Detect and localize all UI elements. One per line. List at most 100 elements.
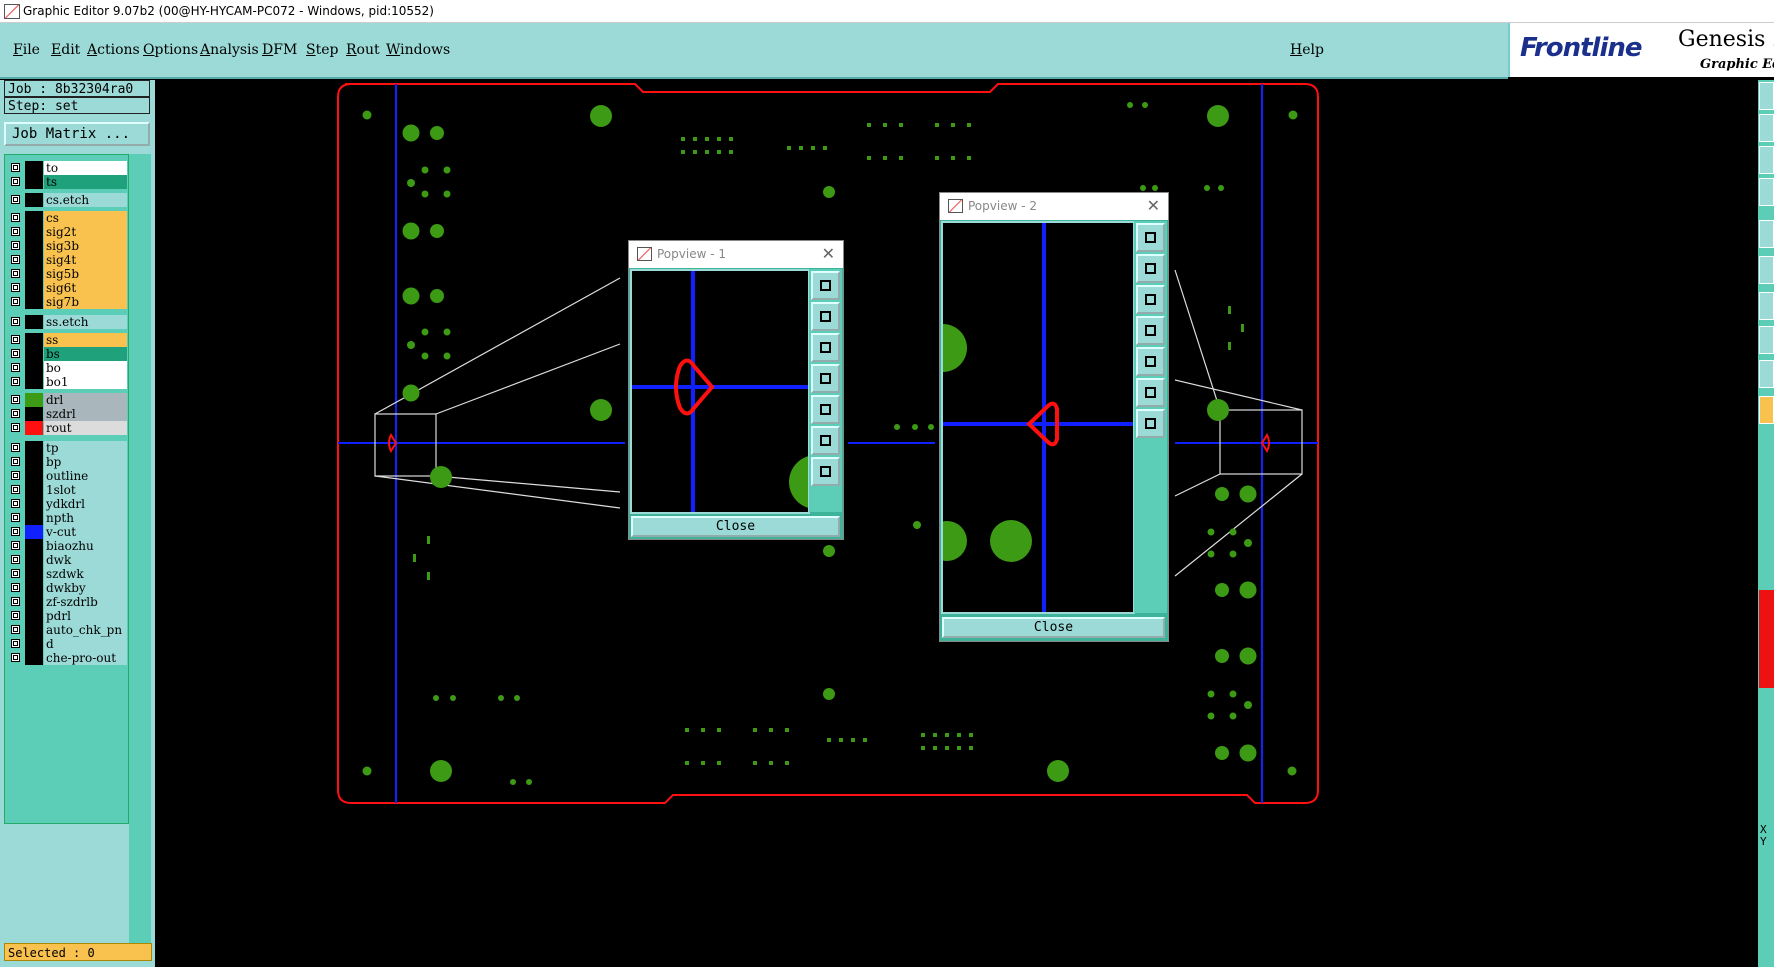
layer-row-auto_chk_pn[interactable]: auto_chk_pn: [5, 623, 128, 638]
layer-color-swatch[interactable]: [25, 455, 43, 469]
layer-color-swatch[interactable]: [25, 361, 43, 375]
layer-row-sig7b[interactable]: sig7b: [5, 295, 128, 310]
layer-row-bp[interactable]: bp: [5, 455, 128, 470]
layer-row-bs[interactable]: bs: [5, 347, 128, 362]
layer-row-dwk[interactable]: dwk: [5, 553, 128, 568]
menu-edit[interactable]: Edit: [51, 42, 80, 58]
layer-color-swatch[interactable]: [25, 253, 43, 267]
tool-button[interactable]: [1759, 146, 1774, 174]
layer-name[interactable]: dwk: [44, 553, 127, 567]
layer-row-dwkby[interactable]: dwkby: [5, 581, 128, 596]
layer-row-tp[interactable]: tp: [5, 441, 128, 456]
layer-checkbox[interactable]: [11, 423, 20, 432]
tool-button[interactable]: [1759, 256, 1774, 284]
layer-color-swatch[interactable]: [25, 193, 43, 207]
layer-color-swatch[interactable]: [25, 347, 43, 361]
zoom-fit-icon[interactable]: [1136, 223, 1165, 252]
layer-color-swatch[interactable]: [25, 375, 43, 389]
zoom-fit-icon[interactable]: [811, 271, 840, 300]
layer-row-bo[interactable]: bo: [5, 361, 128, 376]
layer-name[interactable]: d: [44, 637, 127, 651]
pan-down-icon[interactable]: [811, 333, 840, 362]
layer-checkbox[interactable]: [11, 377, 20, 386]
menu-help[interactable]: Help: [1290, 42, 1324, 58]
layer-checkbox[interactable]: [11, 409, 20, 418]
layer-color-swatch[interactable]: [25, 651, 43, 665]
layer-checkbox[interactable]: [11, 213, 20, 222]
layer-color-swatch[interactable]: [25, 637, 43, 651]
layer-color-swatch[interactable]: [25, 421, 43, 435]
pan-left-icon[interactable]: [1136, 316, 1165, 345]
close-icon[interactable]: ✕: [1147, 193, 1160, 219]
layer-name[interactable]: sig5b: [44, 267, 127, 281]
layer-name[interactable]: cs.etch: [44, 193, 127, 207]
layer-name[interactable]: v-cut: [44, 525, 127, 539]
layer-row-sig5b[interactable]: sig5b: [5, 267, 128, 282]
pan-right-icon[interactable]: [811, 395, 840, 424]
layer-color-swatch[interactable]: [25, 497, 43, 511]
layer-color-swatch[interactable]: [25, 483, 43, 497]
layer-checkbox[interactable]: [11, 363, 20, 372]
layer-name[interactable]: cs: [44, 211, 127, 225]
layer-checkbox[interactable]: [11, 163, 20, 172]
layer-name[interactable]: outline: [44, 469, 127, 483]
layer-row-cs[interactable]: cs: [5, 211, 128, 226]
layer-name[interactable]: ss.etch: [44, 315, 127, 329]
layer-row-ydkdrl[interactable]: ydkdrl: [5, 497, 128, 512]
layer-name[interactable]: sig4t: [44, 253, 127, 267]
layer-name[interactable]: che-pro-out: [44, 651, 127, 665]
tool-button[interactable]: [1759, 220, 1774, 248]
layer-row-d[interactable]: d: [5, 637, 128, 652]
layer-name[interactable]: szdwk: [44, 567, 127, 581]
popview-1-viewport[interactable]: [630, 269, 843, 514]
layer-row-1slot[interactable]: 1slot: [5, 483, 128, 498]
layer-checkbox[interactable]: [11, 513, 20, 522]
layer-checkbox[interactable]: [11, 227, 20, 236]
layer-name[interactable]: ydkdrl: [44, 497, 127, 511]
layer-color-swatch[interactable]: [25, 333, 43, 347]
layer-row-drl[interactable]: drl: [5, 393, 128, 408]
tool-button[interactable]: [1759, 114, 1774, 142]
layer-checkbox[interactable]: [11, 625, 20, 634]
layer-checkbox[interactable]: [11, 653, 20, 662]
layer-row-biaozhu[interactable]: biaozhu: [5, 539, 128, 554]
layer-row-ss[interactable]: ss: [5, 333, 128, 348]
tool-button[interactable]: [1759, 82, 1774, 110]
menu-file[interactable]: File: [13, 42, 40, 58]
layer-checkbox[interactable]: [11, 471, 20, 480]
tool-button[interactable]: [1759, 326, 1774, 354]
layer-name[interactable]: bo: [44, 361, 127, 375]
layer-color-swatch[interactable]: [25, 175, 43, 189]
layer-checkbox[interactable]: [11, 177, 20, 186]
menu-rout[interactable]: Rout: [346, 42, 380, 58]
layer-checkbox[interactable]: [11, 283, 20, 292]
layer-name[interactable]: rout: [44, 421, 127, 435]
layer-color-swatch[interactable]: [25, 281, 43, 295]
layer-row-che-pro-out[interactable]: che-pro-out: [5, 651, 128, 666]
layer-row-sig6t[interactable]: sig6t: [5, 281, 128, 296]
layer-row-pdrl[interactable]: pdrl: [5, 609, 128, 624]
layer-checkbox[interactable]: [11, 555, 20, 564]
tool-button[interactable]: [1759, 178, 1774, 206]
menu-windows[interactable]: Windows: [386, 42, 450, 58]
layer-name[interactable]: drl: [44, 393, 127, 407]
layer-color-swatch[interactable]: [25, 315, 43, 329]
tool-button[interactable]: [1759, 292, 1774, 320]
layer-checkbox[interactable]: [11, 255, 20, 264]
pan-up-icon[interactable]: [811, 302, 840, 331]
layer-name[interactable]: sig6t: [44, 281, 127, 295]
layer-color-swatch[interactable]: [25, 581, 43, 595]
layer-color-swatch[interactable]: [25, 595, 43, 609]
layer-name[interactable]: szdrl: [44, 407, 127, 421]
layer-checkbox[interactable]: [11, 541, 20, 550]
layer-row-npth[interactable]: npth: [5, 511, 128, 526]
layer-row-szdrl[interactable]: szdrl: [5, 407, 128, 422]
tool-button[interactable]: [1759, 360, 1774, 388]
layer-color-swatch[interactable]: [25, 469, 43, 483]
layer-name[interactable]: bs: [44, 347, 127, 361]
layer-row-ts[interactable]: ts: [5, 175, 128, 190]
menu-dfm[interactable]: DFM: [262, 42, 297, 58]
layer-checkbox[interactable]: [11, 639, 20, 648]
layer-name[interactable]: tp: [44, 441, 127, 455]
layer-checkbox[interactable]: [11, 443, 20, 452]
